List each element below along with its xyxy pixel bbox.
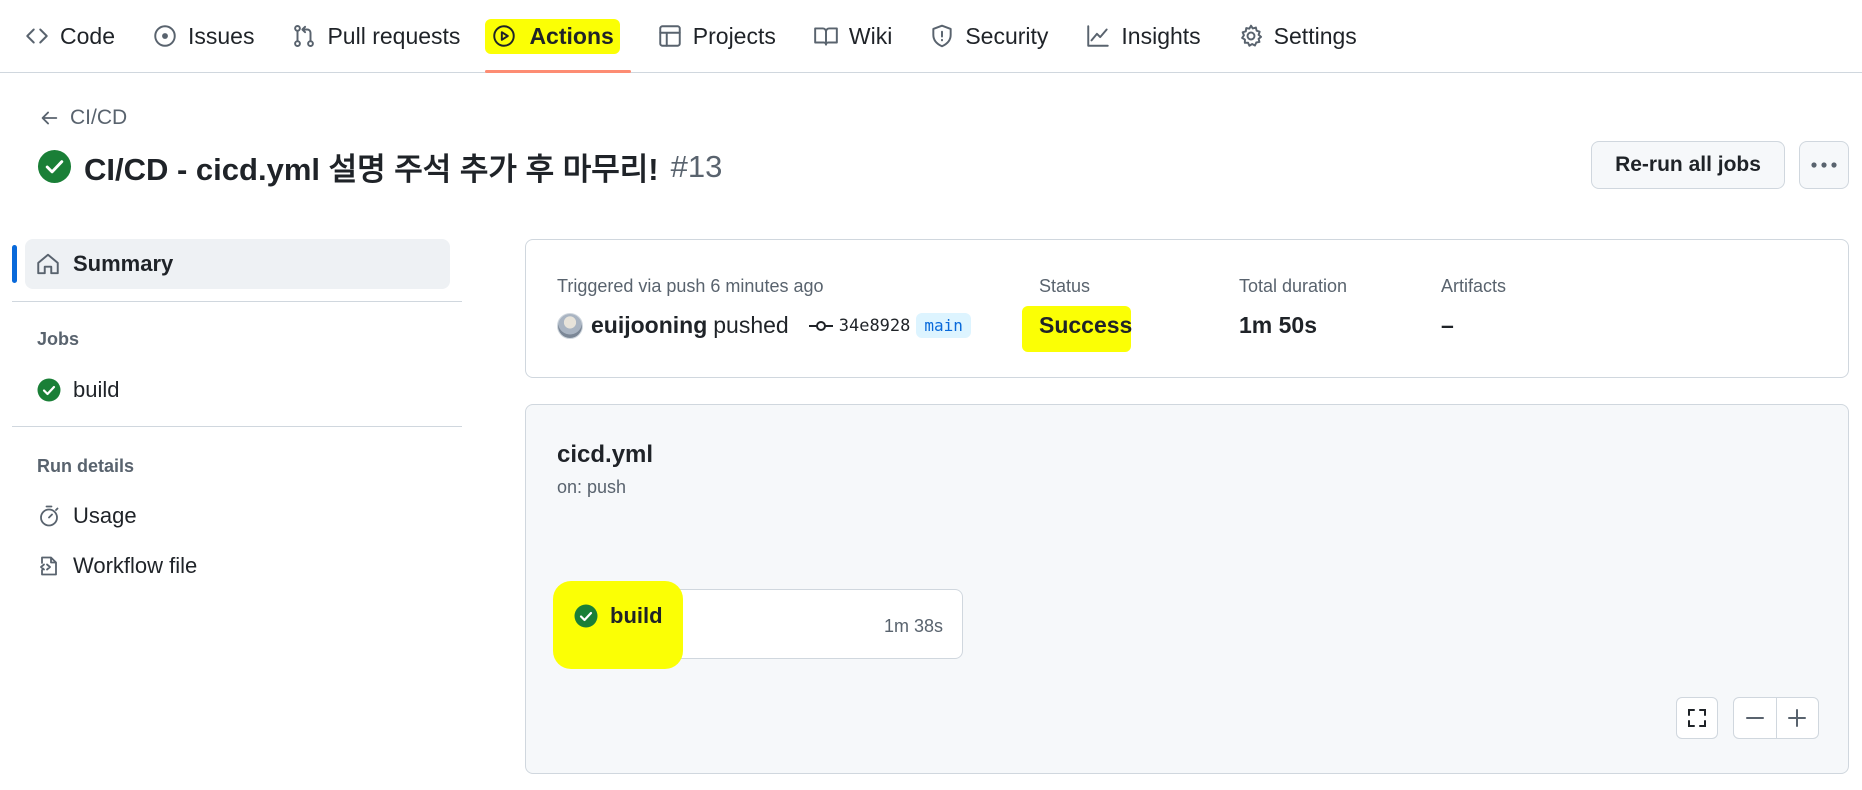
artifacts-label: Artifacts bbox=[1441, 276, 1507, 296]
run-number: #13 bbox=[670, 148, 723, 184]
back-link[interactable]: CI/CD bbox=[38, 106, 127, 130]
zoom-out-button[interactable] bbox=[1734, 698, 1777, 738]
zoom-controls bbox=[1733, 697, 1819, 739]
page-title: CI/CD - cicd.yml 설명 주석 추가 후 마무리! bbox=[84, 152, 659, 187]
tab-label: Settings bbox=[1273, 22, 1357, 49]
tab-actions[interactable]: Actions bbox=[485, 0, 632, 73]
book-icon bbox=[814, 27, 838, 46]
job-name: build bbox=[610, 603, 663, 628]
workflow-graph-card: cicd.yml on: push build 1m 38s bbox=[525, 404, 1849, 774]
jobs-heading: Jobs bbox=[37, 329, 80, 349]
divider bbox=[12, 301, 462, 302]
duration-value: 1m 50s bbox=[1239, 312, 1318, 338]
sidebar-item-label: build bbox=[73, 377, 120, 402]
dash-icon bbox=[1745, 717, 1764, 719]
run-details-heading: Run details bbox=[37, 456, 135, 476]
repo-nav: Code Issues Pull requests Actions Projec… bbox=[0, 0, 1862, 73]
more-options-button[interactable] bbox=[1799, 141, 1849, 189]
branch-badge[interactable]: main bbox=[916, 313, 971, 338]
check-circle-icon bbox=[37, 378, 61, 402]
artifacts-value: – bbox=[1441, 312, 1454, 338]
zoom-in-button[interactable] bbox=[1777, 698, 1819, 738]
status-value: Success bbox=[1039, 312, 1133, 338]
sidebar-item-usage[interactable]: Usage bbox=[37, 503, 137, 529]
tab-security[interactable]: Security bbox=[929, 0, 1061, 72]
actions-highlight: Actions bbox=[485, 18, 620, 54]
tab-label: Actions bbox=[529, 22, 614, 49]
sidebar-item-label: Workflow file bbox=[73, 553, 198, 578]
tab-pull-requests[interactable]: Pull requests bbox=[291, 0, 473, 72]
play-icon bbox=[493, 25, 516, 47]
run-summary-card: Triggered via push 6 minutes ago euijoon… bbox=[525, 239, 1849, 378]
status-label: Status bbox=[1039, 276, 1091, 296]
table-icon bbox=[659, 25, 681, 47]
job-duration: 1m 38s bbox=[884, 616, 944, 636]
tab-label: Security bbox=[965, 22, 1049, 49]
commit-sha: 34e8928 bbox=[838, 315, 911, 336]
tab-label: Wiki bbox=[848, 22, 893, 49]
avatar[interactable] bbox=[557, 312, 583, 339]
fullscreen-button[interactable] bbox=[1676, 697, 1718, 739]
tab-label: Issues bbox=[187, 22, 255, 49]
active-indicator bbox=[12, 245, 17, 283]
git-commit-icon bbox=[808, 320, 833, 331]
run-title-row: CI/CD - cicd.yml 설명 주석 추가 후 마무리! #13 bbox=[37, 144, 722, 189]
tab-projects[interactable]: Projects bbox=[657, 0, 789, 72]
kebab-horizontal-icon bbox=[1811, 162, 1837, 168]
duration-label: Total duration bbox=[1239, 276, 1348, 296]
home-icon bbox=[37, 253, 59, 275]
sidebar-item-workflow-file[interactable]: Workflow file bbox=[37, 553, 197, 579]
push-action: pushed bbox=[713, 312, 789, 338]
trigger-info: Triggered via push 6 minutes ago bbox=[557, 276, 824, 296]
sidebar-job-build[interactable]: build bbox=[37, 377, 119, 403]
screen-full-icon bbox=[1688, 709, 1706, 727]
sidebar-item-summary[interactable]: Summary bbox=[25, 239, 450, 289]
tab-settings[interactable]: Settings bbox=[1238, 0, 1370, 72]
back-label: CI/CD bbox=[70, 106, 128, 129]
commit-link[interactable]: 34e8928 bbox=[808, 315, 911, 336]
workflow-name: cicd.yml bbox=[557, 441, 654, 468]
workflow-trigger: on: push bbox=[557, 477, 627, 497]
check-circle-icon bbox=[37, 149, 72, 184]
shield-icon bbox=[932, 24, 952, 48]
tab-insights[interactable]: Insights bbox=[1085, 0, 1213, 72]
sidebar-item-label: Usage bbox=[73, 503, 137, 528]
tab-code[interactable]: Code bbox=[24, 0, 128, 72]
tab-label: Code bbox=[60, 22, 115, 49]
tab-wiki[interactable]: Wiki bbox=[813, 0, 905, 72]
divider bbox=[12, 426, 462, 427]
issue-opened-icon bbox=[154, 25, 176, 47]
tab-label: Pull requests bbox=[327, 22, 461, 49]
tab-issues[interactable]: Issues bbox=[152, 0, 267, 72]
tab-label: Insights bbox=[1121, 22, 1201, 49]
arrow-left-icon bbox=[41, 111, 58, 125]
plus-icon bbox=[1788, 709, 1807, 727]
code-icon bbox=[26, 28, 48, 44]
gear-icon bbox=[1240, 24, 1262, 47]
push-info: euijooning pushed 34e8928 main bbox=[557, 312, 971, 339]
file-code-icon bbox=[40, 556, 57, 576]
job-node-label[interactable]: build bbox=[574, 603, 663, 629]
stopwatch-icon bbox=[40, 505, 59, 527]
actor-link[interactable]: euijooning bbox=[591, 312, 707, 339]
sidebar-item-label: Summary bbox=[73, 251, 174, 276]
check-circle-icon bbox=[574, 604, 598, 628]
rerun-all-jobs-button[interactable]: Re-run all jobs bbox=[1591, 141, 1785, 189]
git-pull-request-icon bbox=[294, 25, 315, 47]
graph-icon bbox=[1087, 25, 1110, 47]
tab-label: Projects bbox=[692, 22, 776, 49]
